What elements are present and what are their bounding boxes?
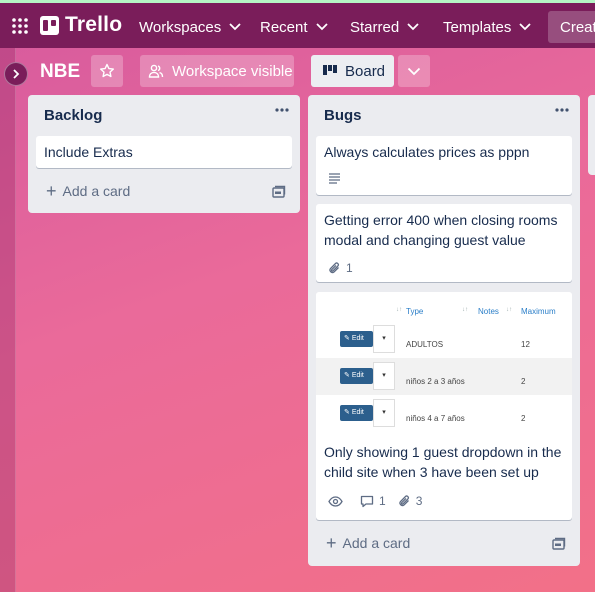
card-title: Getting error 400 when closing rooms mod…: [324, 212, 558, 248]
cover-row: ✎ Edit ▾ niños 2 a 3 años 2: [316, 358, 572, 395]
cover-header: Notes: [478, 307, 499, 316]
edit-button: ✎ Edit: [340, 331, 373, 347]
edit-label: Edit: [351, 372, 364, 379]
comments-badge: 1: [360, 491, 386, 511]
card-badges: 1: [328, 258, 365, 278]
sidebar-collapsed: [0, 48, 16, 592]
chevron-right-icon: [13, 69, 20, 79]
add-card-button[interactable]: + Add a card: [326, 533, 411, 553]
nav-label: Workspaces: [139, 18, 222, 36]
watching-badge: [328, 495, 348, 507]
cover-row: ✎ Edit ▾ ADULTOS 12: [316, 321, 572, 358]
card-title: Always calculates prices as pppn: [324, 144, 530, 160]
chevron-down-icon: [229, 23, 241, 31]
plus-icon: +: [326, 533, 337, 553]
board-icon: [323, 65, 337, 75]
edit-button: ✎ Edit: [340, 368, 373, 384]
visibility-label: Workspace visible: [172, 62, 293, 80]
add-card-label: Add a card: [62, 183, 131, 199]
description-icon: [329, 173, 340, 184]
card[interactable]: Include Extras: [36, 136, 292, 168]
nav-starred[interactable]: Starred: [350, 11, 419, 43]
edit-label: Edit: [351, 409, 364, 416]
star-icon: [100, 63, 114, 78]
plus-icon: +: [46, 181, 57, 201]
card-badges: 1 3: [328, 491, 434, 511]
apps-icon[interactable]: [11, 17, 29, 35]
chevron-down-icon: [519, 23, 532, 31]
card[interactable]: Type Notes Maximum ↓↑ ↓↑ ↓↑ ✎ Edit ▾ ADU…: [316, 292, 572, 520]
list-bugs: Bugs Always calculates prices as pppn Ge…: [308, 95, 580, 566]
more-icon[interactable]: [274, 107, 290, 113]
create-label: Create: [560, 18, 595, 36]
more-icon[interactable]: [554, 107, 570, 113]
trello-logo[interactable]: Trello: [40, 13, 122, 37]
attachments-badge: 1: [328, 258, 353, 278]
cover-row: ✎ Edit ▾ niños 4 a 7 años 2: [316, 395, 572, 432]
comment-icon: [360, 495, 374, 507]
attachment-icon: [399, 494, 409, 506]
nav-label: Templates: [443, 18, 512, 36]
card[interactable]: Always calculates prices as pppn: [316, 136, 572, 195]
chevron-down-icon: [315, 23, 328, 31]
nav-templates[interactable]: Templates: [443, 11, 532, 43]
brand-name: Trello: [65, 13, 123, 36]
card-cover-image: Type Notes Maximum ↓↑ ↓↑ ↓↑ ✎ Edit ▾ ADU…: [316, 292, 572, 432]
add-card-button[interactable]: + Add a card: [46, 181, 131, 201]
chevron-down-icon: [407, 23, 419, 31]
nav-workspaces[interactable]: Workspaces: [139, 11, 241, 43]
nav-label: Starred: [350, 18, 400, 36]
board-view-label: Board: [345, 62, 386, 80]
cover-max: 2: [521, 414, 526, 423]
chevron-down-icon: [407, 67, 421, 75]
cover-max: 12: [521, 340, 530, 349]
sidebar-toggle-button[interactable]: [4, 62, 28, 86]
sort-icon: ↓↑: [462, 307, 468, 313]
cover-header: Maximum: [521, 307, 556, 316]
board-view-button[interactable]: Board: [311, 55, 394, 87]
caret-down-icon: ▾: [373, 399, 395, 427]
top-navigation: Trello Workspaces Recent Starred Templat…: [0, 0, 595, 48]
trello-logo-icon: [40, 15, 59, 35]
template-icon[interactable]: [552, 537, 566, 551]
attachments-badge: 3: [398, 491, 423, 511]
card[interactable]: Getting error 400 when closing rooms mod…: [316, 204, 572, 282]
nav-recent[interactable]: Recent: [260, 11, 328, 43]
sort-icon: ↓↑: [506, 307, 512, 313]
edit-button: ✎ Edit: [340, 405, 373, 421]
board-title[interactable]: NBE: [40, 61, 80, 83]
create-button[interactable]: Create: [548, 11, 595, 43]
template-icon[interactable]: [272, 185, 286, 199]
view-switcher-button[interactable]: [398, 55, 430, 87]
cover-type: ADULTOS: [406, 340, 444, 349]
card-title: Only showing 1 guest dropdown in the chi…: [324, 444, 562, 480]
nav-label: Recent: [260, 18, 308, 36]
attachments-count: 3: [415, 494, 423, 508]
cover-type: niños 2 a 3 años: [406, 377, 465, 386]
list-next-partial: [588, 95, 595, 175]
star-board-button[interactable]: [91, 55, 123, 87]
list-backlog: Backlog Include Extras + Add a card: [28, 95, 300, 213]
cover-header: Type: [406, 307, 424, 316]
eye-icon: [328, 495, 343, 507]
workspace-visibility-button[interactable]: Workspace visible: [140, 55, 294, 87]
list-title[interactable]: Backlog: [44, 107, 102, 124]
caret-down-icon: ▾: [373, 325, 395, 353]
comments-count: 1: [379, 494, 386, 508]
cover-max: 2: [521, 377, 526, 386]
people-icon: [148, 64, 164, 78]
attachments-count: 1: [346, 261, 353, 275]
add-card-label: Add a card: [342, 535, 411, 551]
cover-type: niños 4 a 7 años: [406, 414, 465, 423]
card-title: Include Extras: [44, 144, 133, 160]
attachment-icon: [329, 261, 339, 273]
list-title[interactable]: Bugs: [324, 107, 362, 124]
caret-down-icon: ▾: [373, 362, 395, 390]
edit-label: Edit: [351, 335, 364, 342]
sort-icon: ↓↑: [396, 307, 402, 313]
